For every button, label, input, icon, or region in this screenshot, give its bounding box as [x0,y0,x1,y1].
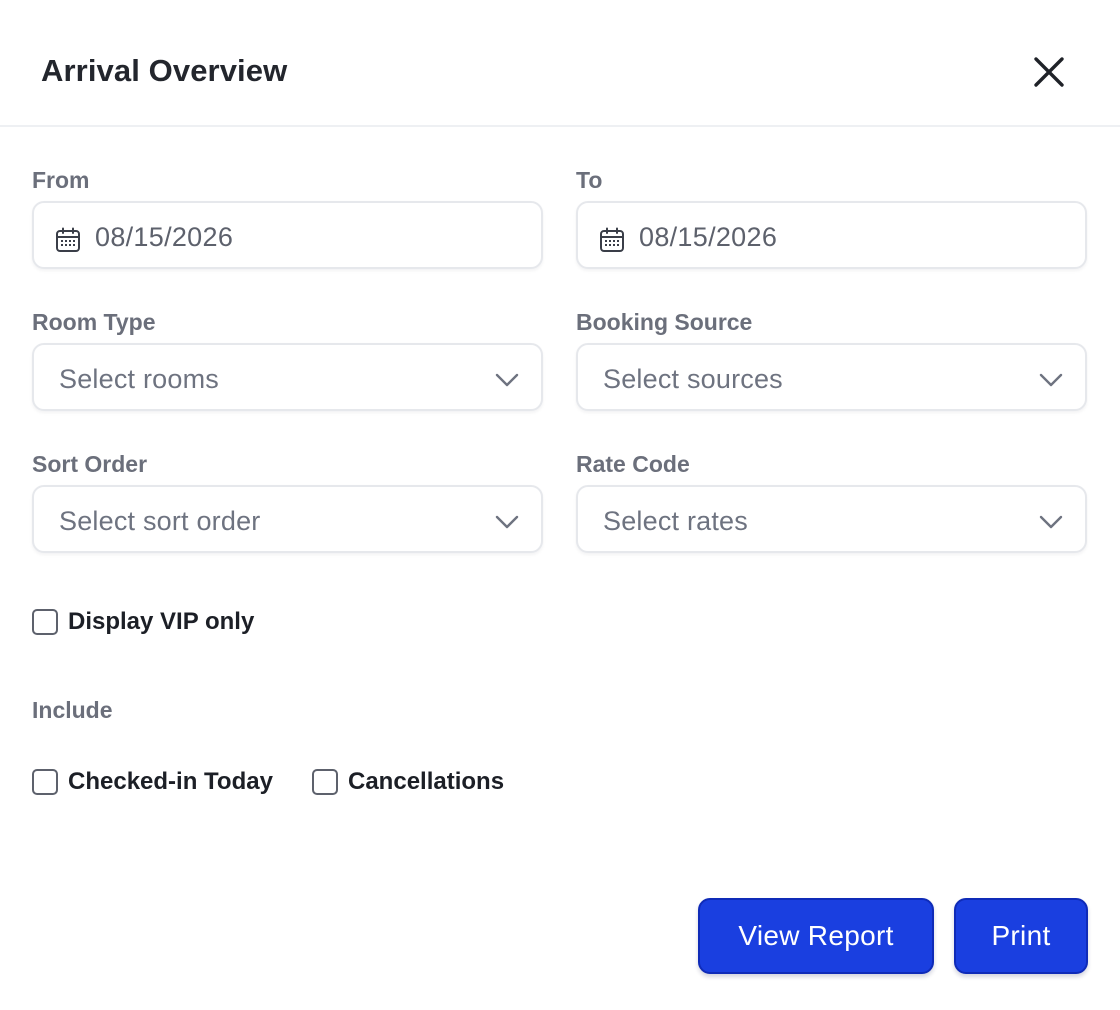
room-type-label: Room Type [32,309,156,335]
close-button[interactable] [1026,49,1072,95]
calendar-icon [56,227,80,252]
booking-source-label: Booking Source [576,309,753,335]
booking-source-select[interactable]: Select sources [576,343,1087,411]
sort-order-label: Sort Order [32,451,148,477]
dialog-header: Arrival Overview [0,0,1120,127]
calendar-icon [600,227,624,252]
cancellations-option[interactable]: Cancellations [312,768,504,796]
to-date-value: 08/15/2026 [639,222,778,252]
dialog-title: Arrival Overview [41,53,288,88]
room-type-select[interactable]: Select rooms [32,343,543,411]
view-report-button[interactable]: View Report [698,898,934,974]
rate-code-select[interactable]: Select rates [576,485,1087,553]
checked-in-today-checkbox[interactable] [32,769,58,795]
chevron-down-icon [495,515,519,529]
checked-in-today-option[interactable]: Checked-in Today [32,768,273,796]
chevron-down-icon [1039,373,1063,387]
from-date-input[interactable]: 08/15/2026 [32,201,543,269]
chevron-down-icon [1039,515,1063,529]
sort-order-placeholder: Select sort order [59,506,261,536]
rate-code-placeholder: Select rates [603,506,748,536]
vip-only-checkbox[interactable] [32,609,58,635]
vip-only-option[interactable]: Display VIP only [32,608,254,636]
cancellations-checkbox[interactable] [312,769,338,795]
booking-source-placeholder: Select sources [603,364,783,394]
to-date-input[interactable]: 08/15/2026 [576,201,1087,269]
include-heading: Include [32,697,113,723]
close-icon [1034,57,1064,87]
rate-code-label: Rate Code [576,451,690,477]
checked-in-today-label: Checked-in Today [68,768,273,795]
chevron-down-icon [495,373,519,387]
to-label: To [576,167,603,193]
arrival-overview-dialog: Arrival Overview From 08/15/2026 To 08/1… [0,0,1120,1010]
cancellations-label: Cancellations [348,768,505,795]
sort-order-select[interactable]: Select sort order [32,485,543,553]
room-type-placeholder: Select rooms [59,364,219,394]
from-label: From [32,167,90,193]
from-date-value: 08/15/2026 [95,222,234,252]
print-button[interactable]: Print [954,898,1088,974]
vip-only-label: Display VIP only [68,608,255,635]
